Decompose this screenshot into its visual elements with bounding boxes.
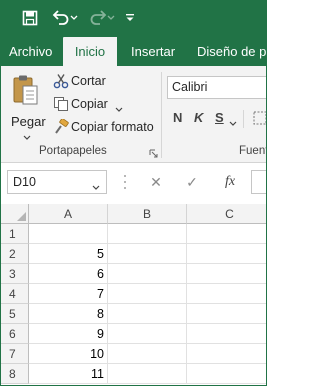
name-box[interactable]: D10 xyxy=(7,170,107,194)
cell-c4[interactable] xyxy=(187,284,266,304)
tab-archivo[interactable]: Archivo xyxy=(9,37,52,66)
cell-a1[interactable] xyxy=(29,224,108,244)
paste-label: Pegar xyxy=(11,114,46,129)
cell-a8[interactable]: 11 xyxy=(29,364,108,384)
borders-icon[interactable] xyxy=(253,111,266,128)
quick-access-toolbar xyxy=(1,1,266,37)
row-header[interactable]: 5 xyxy=(1,304,29,324)
copy-button[interactable]: Copiar xyxy=(51,94,131,114)
function-icon: fx xyxy=(224,174,236,189)
formula-bar-separator xyxy=(123,171,127,193)
ribbon-tabs: Archivo Inicio Insertar Diseño de pág xyxy=(1,37,266,66)
ribbon-home: Pegar Cortar Copiar Copiar formato Porta… xyxy=(1,66,266,163)
redo-button[interactable] xyxy=(87,7,117,29)
enter-button[interactable]: ✓ xyxy=(181,170,203,194)
close-icon: ✕ xyxy=(150,173,162,190)
scissors-icon xyxy=(53,73,69,92)
font-name-select[interactable]: Calibri xyxy=(167,76,266,99)
worksheet-grid: A B C 1 2 5 3 6 4 7 5 8 6 9 7 10 8 11 xyxy=(1,204,266,385)
row-header[interactable]: 1 xyxy=(1,224,29,244)
column-header-c[interactable]: C xyxy=(187,204,266,224)
italic-button[interactable]: K xyxy=(194,110,203,125)
chevron-down-icon[interactable] xyxy=(229,116,237,130)
cell-a2[interactable]: 5 xyxy=(29,244,108,264)
excel-window: Archivo Inicio Insertar Diseño de pág Pe… xyxy=(0,0,267,386)
cell-a3[interactable]: 6 xyxy=(29,264,108,284)
tab-inicio[interactable]: Inicio xyxy=(63,37,117,66)
paste-icon xyxy=(11,74,41,109)
bold-button[interactable]: N xyxy=(173,110,182,125)
cell-a4[interactable]: 7 xyxy=(29,284,108,304)
cell-c7[interactable] xyxy=(187,344,266,364)
cell-b7[interactable] xyxy=(108,344,187,364)
check-icon: ✓ xyxy=(186,173,198,190)
insert-function-button[interactable]: fx xyxy=(219,170,241,194)
tab-insertar[interactable]: Insertar xyxy=(131,37,175,66)
formula-bar: D10 ✕ ✓ fx xyxy=(1,163,266,204)
chevron-down-icon xyxy=(107,11,115,25)
cell-b8[interactable] xyxy=(108,364,187,384)
cell-b1[interactable] xyxy=(108,224,187,244)
undo-button[interactable] xyxy=(49,7,81,29)
row-header[interactable]: 2 xyxy=(1,244,29,264)
format-painter-button[interactable]: Copiar formato xyxy=(51,117,161,137)
copy-label: Copiar xyxy=(71,97,108,111)
column-header-b[interactable]: B xyxy=(108,204,187,224)
cancel-button[interactable]: ✕ xyxy=(145,170,167,194)
chevron-down-icon xyxy=(92,180,100,194)
cut-button[interactable]: Cortar xyxy=(51,71,131,91)
row-header[interactable]: 6 xyxy=(1,324,29,344)
font-group-label: Fuente xyxy=(239,145,266,157)
undo-icon xyxy=(52,9,70,28)
chevron-down-icon xyxy=(23,130,31,144)
name-box-value: D10 xyxy=(13,175,36,189)
tab-diseno-pagina[interactable]: Diseño de pág xyxy=(197,37,266,66)
group-separator xyxy=(243,110,244,128)
row-header[interactable]: 7 xyxy=(1,344,29,364)
customize-qat-icon[interactable] xyxy=(123,7,137,29)
row-header[interactable]: 3 xyxy=(1,264,29,284)
cell-c6[interactable] xyxy=(187,324,266,344)
underline-button[interactable]: S xyxy=(215,110,224,125)
cell-a6[interactable]: 9 xyxy=(29,324,108,344)
paste-button[interactable]: Pegar xyxy=(9,72,46,140)
cell-c3[interactable] xyxy=(187,264,266,284)
group-separator xyxy=(161,72,162,158)
cell-b3[interactable] xyxy=(108,264,187,284)
row-header[interactable]: 8 xyxy=(1,364,29,384)
chevron-down-icon xyxy=(70,11,78,25)
redo-icon xyxy=(89,9,107,28)
cell-b2[interactable] xyxy=(108,244,187,264)
select-all-triangle-icon xyxy=(17,212,26,221)
row-header[interactable]: 4 xyxy=(1,284,29,304)
cell-a5[interactable]: 8 xyxy=(29,304,108,324)
cell-a7[interactable]: 10 xyxy=(29,344,108,364)
save-icon[interactable] xyxy=(19,7,41,29)
cell-b4[interactable] xyxy=(108,284,187,304)
chevron-down-icon xyxy=(115,102,123,116)
cell-c5[interactable] xyxy=(187,304,266,324)
paintbrush-icon xyxy=(53,118,69,138)
format-painter-label: Copiar formato xyxy=(71,120,154,134)
cell-b5[interactable] xyxy=(108,304,187,324)
copy-icon xyxy=(53,96,69,115)
column-header-a[interactable]: A xyxy=(29,204,108,224)
dialog-launcher-icon[interactable] xyxy=(149,147,158,161)
cell-b6[interactable] xyxy=(108,324,187,344)
cut-label: Cortar xyxy=(71,74,106,88)
cell-c8[interactable] xyxy=(187,364,266,384)
cell-c2[interactable] xyxy=(187,244,266,264)
clipboard-group-label: Portapapeles xyxy=(39,145,107,157)
select-all-button[interactable] xyxy=(1,204,29,224)
cell-c1[interactable] xyxy=(187,224,266,244)
formula-input[interactable] xyxy=(251,170,266,194)
